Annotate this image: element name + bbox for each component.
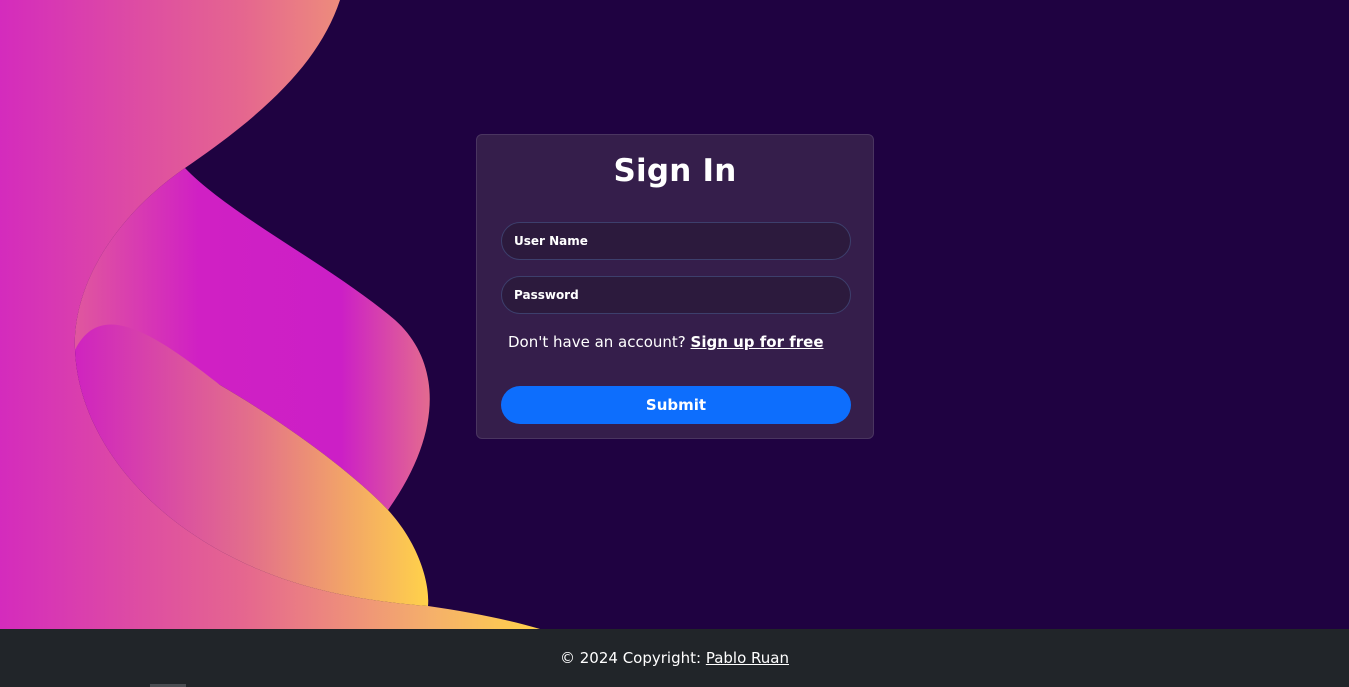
submit-button[interactable]: Submit: [501, 386, 851, 424]
signup-link[interactable]: Sign up for free: [691, 333, 824, 351]
copyright-text: © 2024 Copyright:: [560, 649, 706, 667]
username-input[interactable]: [501, 222, 851, 260]
author-link[interactable]: Pablo Ruan: [706, 649, 789, 667]
page-footer: © 2024 Copyright: Pablo Ruan: [0, 629, 1349, 687]
signup-prompt-text: Don't have an account?: [508, 333, 691, 351]
sign-in-title: Sign In: [613, 153, 737, 189]
signup-prompt-line: Don't have an account? Sign up for free: [508, 332, 824, 352]
password-input[interactable]: [501, 276, 851, 314]
sign-in-card: Sign In Don't have an account? Sign up f…: [476, 134, 874, 439]
